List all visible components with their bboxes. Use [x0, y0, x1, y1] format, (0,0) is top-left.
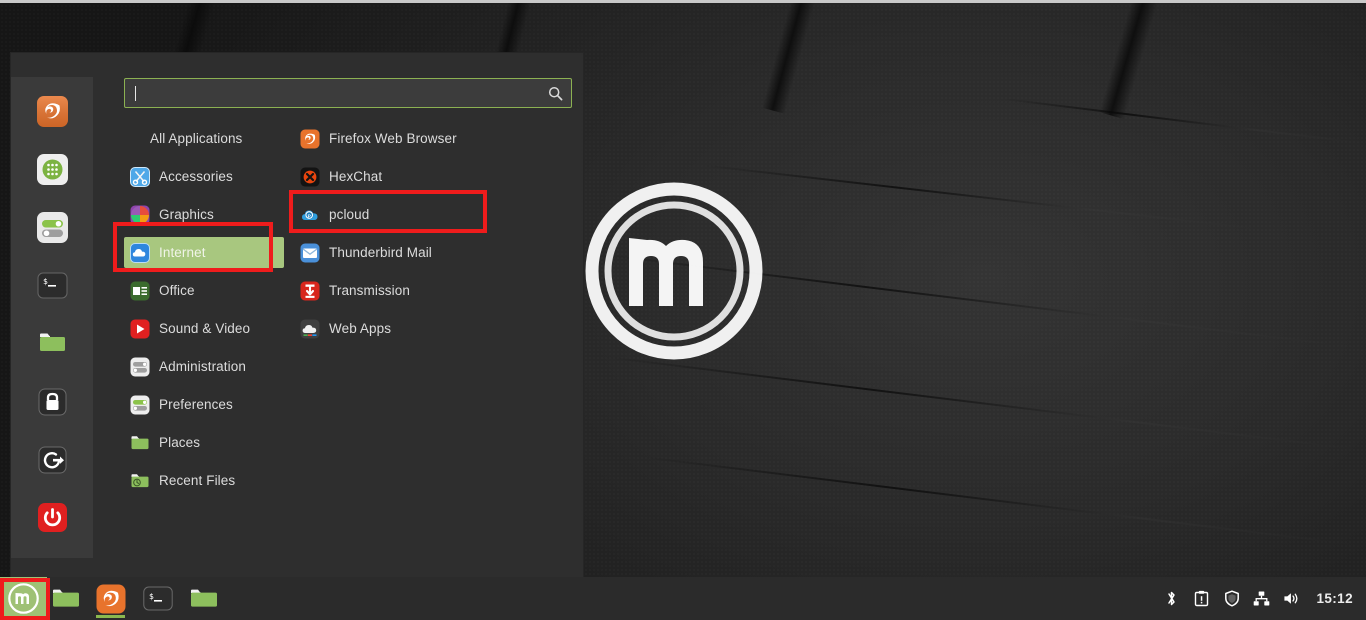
wallpaper-band: [642, 456, 1358, 546]
desktop-screen: $ All Applications Accessories Graphics …: [0, 0, 1366, 620]
category-sound-video[interactable]: Sound & Video: [124, 313, 284, 344]
sidebar-quit-button[interactable]: [36, 501, 69, 534]
category-recent-files[interactable]: Recent Files: [124, 465, 284, 496]
firewall-shield-icon[interactable]: [1223, 590, 1240, 608]
category-places[interactable]: Places: [124, 427, 284, 458]
preferences-icon: [130, 395, 150, 415]
app-label: HexChat: [329, 169, 383, 184]
taskbar-item-files-1[interactable]: [47, 577, 87, 620]
app-label: Web Apps: [329, 321, 392, 336]
svg-text:$: $: [149, 592, 154, 601]
bluetooth-icon[interactable]: [1163, 590, 1180, 608]
taskbar-item-firefox[interactable]: [87, 577, 134, 620]
wallpaper-band: [701, 164, 1259, 230]
category-administration[interactable]: Administration: [124, 351, 284, 382]
taskbar-item-files-2[interactable]: [181, 577, 228, 620]
network-icon[interactable]: [1253, 590, 1270, 608]
category-label: Recent Files: [159, 473, 236, 488]
menu-sidebar: $: [11, 77, 93, 558]
wallpaper-band: [1001, 97, 1365, 145]
category-preferences[interactable]: Preferences: [124, 389, 284, 420]
category-list: All Applications Accessories Graphics In…: [124, 123, 284, 503]
category-label: Places: [159, 435, 201, 450]
app-label: Transmission: [329, 283, 410, 298]
clock[interactable]: 15:12: [1316, 591, 1353, 606]
thunderbird-icon: [300, 243, 320, 263]
graphics-icon: [130, 205, 150, 225]
linux-mint-logo-icon: [585, 182, 763, 360]
category-label: Internet: [159, 245, 206, 260]
category-office[interactable]: Office: [124, 275, 284, 306]
system-tray: 15:12: [1163, 577, 1366, 620]
app-firefox-web-browser[interactable]: Firefox Web Browser: [294, 123, 574, 154]
application-list: Firefox Web Browser HexChat P pcloud Thu…: [294, 123, 574, 351]
app-transmission[interactable]: Transmission: [294, 275, 574, 306]
category-accessories[interactable]: Accessories: [124, 161, 284, 192]
sidebar-log-out-button[interactable]: [36, 443, 69, 476]
category-all-applications[interactable]: All Applications: [124, 123, 284, 154]
taskbar-panel: $ 15:12: [0, 577, 1366, 620]
svg-text:$: $: [43, 277, 48, 286]
category-label: Sound & Video: [159, 321, 251, 336]
category-label: All Applications: [150, 131, 243, 146]
app-label: Firefox Web Browser: [329, 131, 457, 146]
web-apps-icon: [300, 319, 320, 339]
wallpaper-band: [602, 355, 1358, 451]
recent-files-icon: [130, 471, 150, 491]
search-icon: [548, 86, 563, 101]
category-label: Preferences: [159, 397, 233, 412]
internet-icon: [130, 242, 150, 263]
wallpaper-top-strip: [0, 0, 1366, 3]
app-label: pcloud: [329, 207, 370, 222]
office-icon: [130, 281, 150, 301]
sidebar-firefox-button[interactable]: [36, 95, 69, 128]
transmission-icon: [300, 281, 320, 301]
search-row: [124, 78, 572, 108]
search-input-field[interactable]: [136, 85, 548, 101]
sidebar-software-manager-button[interactable]: [36, 153, 69, 186]
sidebar-lock-screen-button[interactable]: [36, 385, 69, 418]
sidebar-terminal-button[interactable]: $: [36, 269, 69, 302]
category-graphics[interactable]: Graphics: [124, 199, 284, 230]
places-icon: [130, 433, 150, 453]
app-web-apps[interactable]: Web Apps: [294, 313, 574, 344]
application-menu: $ All Applications Accessories Graphics …: [11, 53, 583, 577]
search-input[interactable]: [124, 78, 572, 108]
firefox-icon: [300, 129, 320, 149]
administration-icon: [130, 357, 150, 377]
update-manager-clipboard-icon[interactable]: [1193, 590, 1210, 608]
app-label: Thunderbird Mail: [329, 245, 432, 260]
sidebar-files-button[interactable]: [36, 327, 69, 360]
app-hexchat[interactable]: HexChat: [294, 161, 574, 192]
hexchat-icon: [300, 167, 320, 187]
mint-logo-icon: [8, 583, 39, 614]
sidebar-system-settings-button[interactable]: [36, 211, 69, 244]
category-label: Accessories: [159, 169, 233, 184]
category-internet[interactable]: Internet: [124, 237, 284, 268]
volume-speaker-icon[interactable]: [1283, 590, 1300, 608]
category-label: Office: [159, 283, 195, 298]
wallpaper-stripe: [1099, 0, 1166, 120]
category-label: Administration: [159, 359, 246, 374]
mint-menu-button[interactable]: [0, 577, 47, 620]
app-pcloud[interactable]: P pcloud: [294, 199, 574, 230]
accessories-icon: [130, 166, 150, 187]
pcloud-icon: P: [300, 205, 320, 225]
category-label: Graphics: [159, 207, 214, 222]
taskbar-item-terminal[interactable]: $: [134, 577, 181, 620]
sound-video-icon: [130, 319, 150, 339]
taskbar-window-list: $: [47, 577, 228, 620]
wallpaper-stripe: [761, 0, 822, 114]
app-thunderbird-mail[interactable]: Thunderbird Mail: [294, 237, 574, 268]
